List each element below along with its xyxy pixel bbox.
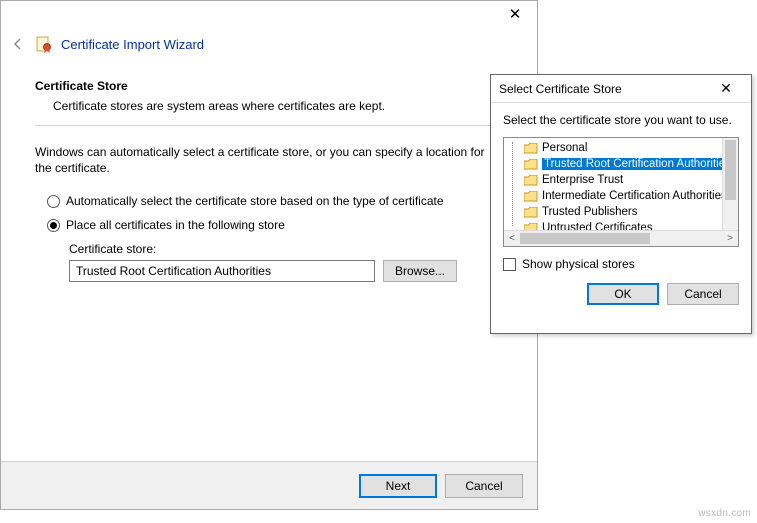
wizard-header: Certificate Import Wizard <box>1 31 537 59</box>
intro-text: Windows can automatically select a certi… <box>35 144 503 176</box>
dialog-footer: OK Cancel <box>491 283 751 317</box>
ok-button[interactable]: OK <box>587 283 659 305</box>
tree-item-label: Trusted Publishers <box>542 206 637 218</box>
wizard-title: Certificate Import Wizard <box>61 37 204 52</box>
radio-auto-select[interactable]: Automatically select the certificate sto… <box>47 194 503 208</box>
browse-button[interactable]: Browse... <box>383 260 457 282</box>
folder-icon <box>524 175 538 186</box>
tree-item[interactable]: Intermediate Certification Authorities <box>508 188 722 204</box>
tree-item[interactable]: Enterprise Trust <box>508 172 722 188</box>
close-icon[interactable]: ✕ <box>493 1 537 29</box>
tree-item[interactable]: Trusted Publishers <box>508 204 722 220</box>
tree-item-label: Personal <box>542 142 587 154</box>
select-store-dialog: Select Certificate Store ✕ Select the ce… <box>490 74 752 334</box>
next-button[interactable]: Next <box>359 474 437 498</box>
cancel-button[interactable]: Cancel <box>667 283 739 305</box>
scrollbar-thumb[interactable] <box>725 140 736 200</box>
dialog-titlebar: Select Certificate Store ✕ <box>491 75 751 103</box>
scroll-track <box>520 231 722 246</box>
radio-icon <box>47 195 60 208</box>
tree-item-label: Trusted Root Certification Authorities <box>542 158 722 170</box>
dialog-title: Select Certificate Store <box>499 82 622 96</box>
section-desc: Certificate stores are system areas wher… <box>53 99 503 113</box>
back-arrow-icon[interactable] <box>9 35 27 53</box>
checkbox-icon <box>503 258 516 271</box>
folder-icon <box>524 143 538 154</box>
tree-item[interactable]: Trusted Root Certification Authorities <box>508 156 722 172</box>
radio-icon <box>47 219 60 232</box>
wizard-titlebar: ✕ <box>1 1 537 31</box>
folder-icon <box>524 207 538 218</box>
scroll-right-icon[interactable]: > <box>722 233 738 244</box>
radio-place-all[interactable]: Place all certificates in the following … <box>47 218 503 232</box>
folder-icon <box>524 159 538 170</box>
divider <box>35 125 503 126</box>
close-icon[interactable]: ✕ <box>709 80 743 97</box>
scroll-left-icon[interactable]: < <box>504 233 520 244</box>
section-title: Certificate Store <box>35 79 503 93</box>
folder-icon <box>524 191 538 202</box>
dialog-desc: Select the certificate store you want to… <box>503 113 739 127</box>
scrollbar-thumb[interactable] <box>520 233 650 244</box>
certificate-icon <box>35 35 53 53</box>
tree-item-label: Enterprise Trust <box>542 174 623 186</box>
show-physical-label: Show physical stores <box>522 257 635 271</box>
wizard-body: Certificate Store Certificate stores are… <box>1 59 537 282</box>
scrollbar-vertical[interactable] <box>722 138 738 230</box>
folder-icon <box>524 223 538 231</box>
tree-item[interactable]: Personal <box>508 140 722 156</box>
tree-item-label: Intermediate Certification Authorities <box>542 190 722 202</box>
store-row: Browse... <box>69 260 503 282</box>
tree-item-label: Untrusted Certificates <box>542 222 653 230</box>
dialog-body: Select the certificate store you want to… <box>491 103 751 271</box>
store-label: Certificate store: <box>69 242 503 256</box>
store-tree: Personal Trusted Root Certification Autho… <box>503 137 739 247</box>
certificate-store-input[interactable] <box>69 260 375 282</box>
wizard-window: ✕ Certificate Import Wizard Certificate … <box>0 0 538 510</box>
radio-auto-label: Automatically select the certificate sto… <box>66 194 444 208</box>
wizard-footer: Next Cancel <box>1 461 537 509</box>
scrollbar-horizontal[interactable]: < > <box>504 230 738 246</box>
show-physical-stores[interactable]: Show physical stores <box>503 257 739 271</box>
radio-place-label: Place all certificates in the following … <box>66 218 285 232</box>
tree-list[interactable]: Personal Trusted Root Certification Autho… <box>508 140 722 230</box>
tree-item[interactable]: Untrusted Certificates <box>508 220 722 230</box>
cancel-button[interactable]: Cancel <box>445 474 523 498</box>
watermark: wsxdn.com <box>698 508 751 519</box>
